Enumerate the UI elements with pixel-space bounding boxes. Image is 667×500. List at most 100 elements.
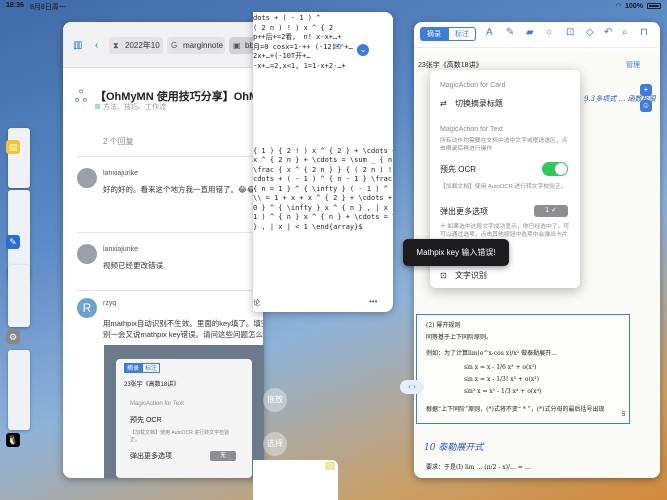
app-thumbnail[interactable]	[8, 265, 30, 327]
doc-line: 根据“上下同阶”原则，(*)式将不变“ * ”，(*)式分母的最后括号出现	[426, 406, 605, 413]
popover-header-card: MagicAction for Card	[440, 82, 506, 89]
avatar[interactable]	[77, 244, 97, 264]
battery-percent: 100%	[625, 2, 643, 10]
math-line: 2x+…+(-10T开+…	[253, 52, 311, 60]
divider	[77, 290, 257, 291]
post-text: 别一会又说mathpix key错误。请问这些问题怎么	[103, 330, 263, 339]
undo-icon[interactable]: ↶	[604, 27, 612, 38]
avatar[interactable]	[77, 168, 97, 188]
doc-line: 要求：于是(I) lim … (π/2 - x)/… = …	[426, 464, 531, 471]
embed-ocr: 预先 OCR	[130, 417, 162, 424]
math-line: 1 ) ^ { n } x ^ { n } + \cdots = \sum	[253, 213, 393, 221]
math-line: ( 2 n ) ! ) x ^ { 2	[253, 23, 334, 32]
qq-icon[interactable]: 🐧	[6, 433, 20, 447]
sidebar-icon[interactable]: ▥	[73, 40, 82, 51]
drag-button[interactable]: 拖放	[263, 388, 287, 412]
eraser-icon[interactable]: ◇	[586, 27, 594, 38]
smile-icon[interactable]: ☺	[640, 100, 652, 112]
back-icon[interactable]: ‹	[95, 40, 98, 51]
pre-ocr-row: 预先 OCR	[440, 162, 572, 180]
more-icon[interactable]: •••	[369, 297, 377, 306]
tab-1[interactable]: ⧗ 2022年10	[109, 37, 163, 54]
post-username[interactable]: lanxiajunke	[103, 170, 138, 177]
doc-line: sin x = x - 1/3! x³ + o(x³)	[464, 376, 539, 383]
popover-desc: 所有动作均需要在文档中选中文字或框选选区，点击摘录后再进行操作	[440, 138, 568, 152]
add-icon[interactable]: +	[640, 84, 652, 96]
status-time: 18:36	[6, 2, 24, 9]
embed-seg-annotate: 标注	[142, 363, 160, 373]
chevron-down-icon[interactable]: ⌄	[357, 44, 369, 56]
note-icon	[325, 462, 335, 470]
embed-desc: 【加载文档】使用 AutoOCR 进行转文字检验正。	[130, 430, 230, 443]
marginnote-icon[interactable]: ✎	[6, 235, 20, 249]
math-line: cdots + ( - 1 ) ^ { n - 1 } \frac { x ^	[253, 175, 393, 183]
post-text: 视频已经更改错误	[103, 261, 163, 270]
embed-seg-excerpt: 摘录	[124, 363, 142, 373]
doc-line: 例如：为了计算lim(e^x-cos x)/x² 做泰勒展开…	[426, 350, 558, 357]
post-username[interactable]: rzyq	[103, 300, 116, 307]
seg-annotate[interactable]: 标注	[448, 27, 476, 41]
doc-line: sin² x = x² - 1/3 x⁴ + o(x⁴)	[464, 388, 542, 395]
doc-line: 同等基于上下同阶原则。	[426, 334, 493, 341]
bookmark-icon[interactable]: ⊓	[640, 27, 648, 38]
app-thumbnail[interactable]	[8, 128, 30, 188]
math-line: dots + ( - 1 ) ^	[253, 14, 321, 22]
math-line: 0 } ^ { \infty } x ^ { n } , | x | < 1 \…	[253, 203, 393, 212]
divider	[77, 232, 257, 233]
seg-excerpt[interactable]: 摘录	[420, 27, 448, 41]
handwritten-heading: 10 泰勒展开式	[424, 443, 484, 453]
hourglass-icon: ⧗	[113, 41, 119, 50]
math-line: 月=0 cosx=1-++ (-12)²ⁿ+…	[253, 42, 353, 51]
doc-title: 23张宇《高数18讲》	[418, 62, 483, 69]
embed-value: 无	[210, 451, 236, 461]
math-line: { n = 1 } ^ { \infty } ( - 1 ) ^ { n - 1…	[253, 184, 393, 193]
embed-doc-title: 23张宇《高数18讲》	[124, 382, 180, 388]
site-icon: ▣	[233, 41, 241, 50]
shape-icon[interactable]: ○	[546, 27, 552, 38]
pen-icon[interactable]: ✎	[506, 27, 514, 38]
avatar[interactable]: R	[77, 298, 97, 318]
math-line: \\ = 1 + x + x ^ { 2 } + \cdots + x ^	[253, 194, 393, 202]
bottom-window	[253, 460, 338, 500]
search-icon[interactable]: ⌕	[622, 27, 628, 38]
more-options-stepper[interactable]: 1 ✓	[534, 205, 568, 217]
status-date: 8月8日周一	[30, 4, 66, 11]
status-right: ◠ 100%	[616, 2, 661, 10]
popover-header-text: MagicAction for Text	[440, 126, 503, 133]
doc-line: sin x = x - 1/6 x³ + o(x³)	[464, 364, 537, 371]
math-line: -x+…=2,x<1, 1=1-x+2-…+	[253, 61, 346, 70]
math-window: ⌄ ✉ dots + ( - 1 ) ^( 2 n ) ! ) x ^ { 2p…	[253, 12, 393, 312]
embedded-screenshot[interactable]: 摘录 标注 23张宇《高数18讲》 MagicAction for Text 预…	[104, 345, 264, 478]
browser-toolbar: ▥ ‹ ⧗ 2022年10 G marginnote ▣ bbs	[63, 22, 263, 68]
pre-ocr-toggle[interactable]	[542, 162, 568, 176]
topic-category[interactable]: 方法、技巧、工作流	[95, 102, 166, 112]
math-line: x ^ { 2 n } + \cdots = \sum _ { n	[253, 156, 393, 164]
math-line: } , | x | < 1 \end{array}$	[253, 222, 363, 231]
post-username[interactable]: lanxiajunke	[103, 246, 138, 253]
text-recognition-item[interactable]: ⊡ 文字识别	[440, 270, 572, 281]
wifi-icon: ◠	[615, 3, 622, 10]
notes-icon[interactable]: ▤	[6, 140, 20, 154]
tab-2[interactable]: G marginnote	[167, 37, 225, 54]
post-text: 好的好的。看来这个地方我一直用错了。😂😂	[103, 185, 256, 194]
more-options-row: 弹出更多选项 1 ✓	[440, 205, 572, 220]
lasso-icon[interactable]: ⊡	[566, 27, 574, 38]
page-number: 5	[622, 412, 626, 418]
reply-count[interactable]: 2 个回复	[103, 136, 134, 147]
app-toolbar: 摘录 标注 A ✎ ▰ ○ ⊡ ◇ ↶ ⌕ ⊓	[414, 22, 660, 48]
page-nav-arrows[interactable]: ‹ ›	[400, 380, 424, 394]
manage-link[interactable]: 管理	[626, 60, 640, 70]
math-line: p++后+=2看， n! x-x+…+	[253, 33, 342, 41]
settings-icon[interactable]: ⚙	[6, 330, 20, 344]
app-thumbnail[interactable]	[8, 350, 30, 430]
embed-more: 弹出更多选项	[130, 453, 172, 460]
select-button[interactable]: 选择	[263, 432, 287, 456]
battery-icon	[647, 3, 661, 9]
embedded-app: 摘录 标注 23张宇《高数18讲》 MagicAction for Text 预…	[116, 359, 252, 478]
switch-title-item[interactable]: ⇄ 切换摘录标题	[440, 98, 572, 109]
doc-line: (2) 幂开规则	[426, 322, 461, 329]
google-icon: G	[171, 41, 178, 50]
text-tool-icon[interactable]: A	[486, 27, 493, 38]
highlighter-icon[interactable]: ▰	[526, 27, 534, 38]
app-switcher-strip: ▤ ✎ ⚙ 🐧	[0, 40, 30, 500]
